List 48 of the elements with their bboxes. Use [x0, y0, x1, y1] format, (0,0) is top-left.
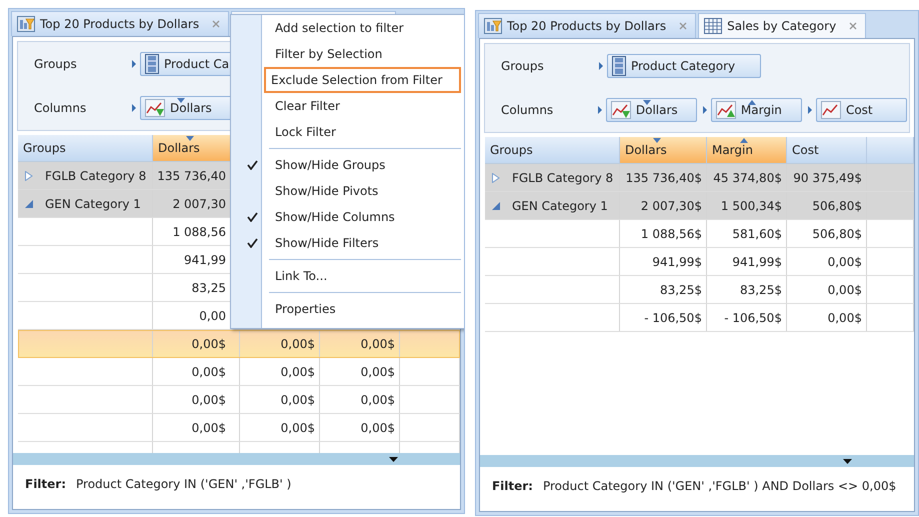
group-label: FGLB Category 8	[512, 170, 614, 184]
table-cell: 506,80$	[812, 198, 862, 212]
table-cell: 135 736,40$	[626, 170, 702, 184]
table-cell: 0,00$	[360, 336, 395, 350]
table-cell: 1 088,56$	[640, 226, 702, 240]
table-cell: 941,99$	[652, 254, 702, 268]
table-cell: 0,00$	[828, 254, 862, 268]
table-cell: 0,00$	[360, 420, 395, 434]
pivot-label: Columns	[500, 103, 554, 117]
group-label: GEN Category 1	[512, 198, 608, 212]
filter-label: Filter:	[25, 477, 66, 491]
table-cell: 135 736,40	[157, 168, 226, 182]
table-cell: 0,00$	[280, 336, 315, 350]
table-cell: 2 007,30$	[640, 198, 702, 212]
group-label: GEN Category 1	[45, 196, 141, 210]
table-cell: 0,00$	[280, 364, 315, 378]
table-cell: 83,25$	[660, 282, 702, 296]
pivot-label: Columns	[34, 101, 88, 115]
table-cell: 0,00$	[360, 364, 395, 378]
group-label: FGLB Category 8	[45, 168, 146, 182]
table-cell: 0,00$	[360, 392, 395, 406]
table-cell: 0,00$	[192, 336, 226, 350]
pivot-label: Groups	[500, 59, 545, 73]
table-cell: 0,00$	[192, 392, 226, 406]
table-cell: 0,00$	[828, 310, 862, 324]
table-cell: 90 375,49$	[793, 170, 862, 184]
table-cell: - 106,50$	[724, 310, 782, 324]
pivot-label: Groups	[34, 57, 78, 71]
table-cell: 0,00$	[192, 364, 226, 378]
table-cell: 0,00$	[280, 392, 315, 406]
table-cell: 1 088,56	[172, 224, 226, 238]
table-cell: 941,99	[184, 252, 226, 266]
table-cell: 2 007,30	[172, 196, 226, 210]
table-cell: 83,25$	[740, 282, 782, 296]
table-cell: 83,25	[192, 280, 226, 294]
table-cell: 0,00$	[280, 420, 315, 434]
filter-expression: Product Category IN ('GEN' ,'FGLB' ) AND Dollars <> 0,00$	[542, 479, 896, 493]
table-cell: 45 374,80$	[713, 170, 782, 184]
table-cell: 0,00$	[192, 420, 226, 434]
table-cell: 581,60$	[732, 226, 782, 240]
table-cell: 0,00$	[828, 282, 862, 296]
table-cell: 506,80$	[812, 226, 862, 240]
table-cell: - 106,50$	[644, 310, 702, 324]
table-cell: 941,99$	[732, 254, 782, 268]
filter-label: Filter:	[492, 479, 533, 493]
filter-expression: Product Category IN ('GEN' ,'FGLB' )	[76, 477, 292, 491]
table-cell: 1 500,34$	[720, 198, 782, 212]
table-cell: 0,00	[199, 308, 226, 322]
